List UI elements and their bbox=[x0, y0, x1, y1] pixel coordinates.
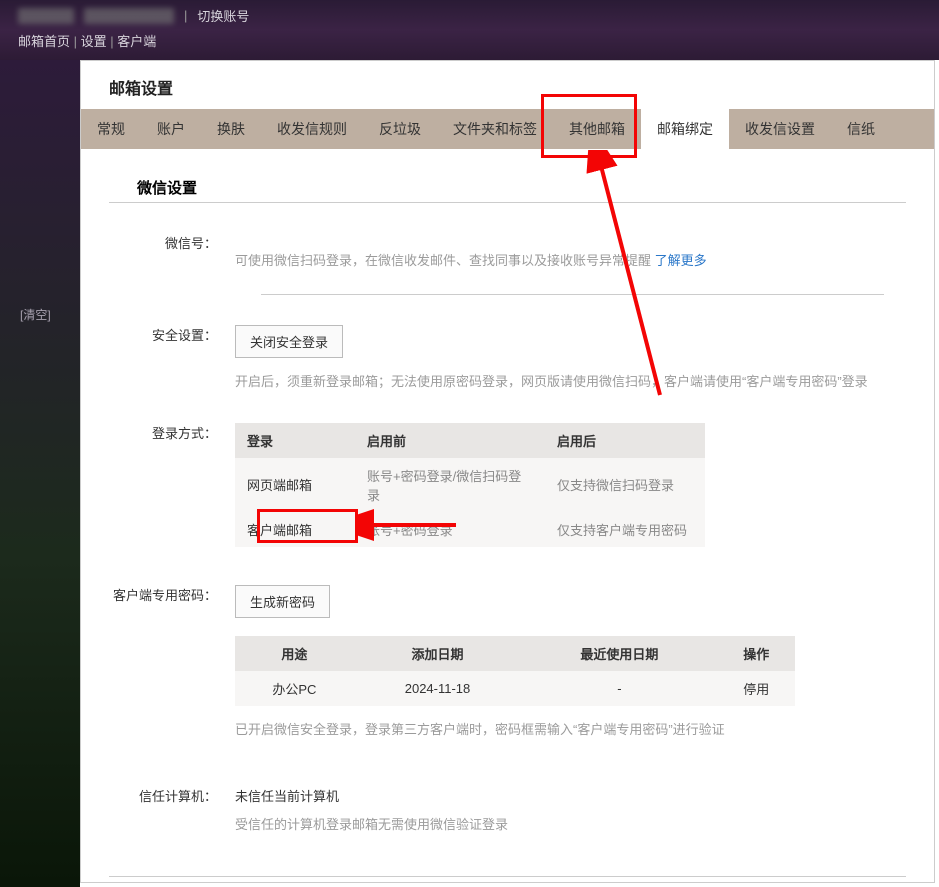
trust-desc: 受信任的计算机登录邮箱无需使用微信验证登录 bbox=[235, 815, 904, 836]
nav-client[interactable]: 客户端 bbox=[117, 34, 156, 49]
settings-tabs: 常规 账户 换肤 收发信规则 反垃圾 文件夹和标签 其他邮箱 邮箱绑定 收发信设… bbox=[81, 109, 934, 149]
th-action: 操作 bbox=[717, 636, 795, 671]
th-before: 启用前 bbox=[355, 423, 545, 458]
login-mode-table: 登录 启用前 启用后 网页端邮箱 账号+密码登录/微信扫码登录 仅支持微信扫码登… bbox=[235, 423, 705, 547]
cell-client-after: 仅支持客户端专用密码 bbox=[545, 512, 705, 547]
section-divider bbox=[109, 202, 906, 203]
tab-account[interactable]: 账户 bbox=[141, 109, 201, 149]
client-password-table: 用途 添加日期 最近使用日期 操作 办公PC 2024-11-18 - 停用 bbox=[235, 636, 795, 706]
label-trust: 信任计算机： bbox=[81, 786, 235, 836]
tab-folders[interactable]: 文件夹和标签 bbox=[437, 109, 553, 149]
tab-rules[interactable]: 收发信规则 bbox=[261, 109, 363, 149]
row-body: 关闭安全登录 开启后，须重新登录邮箱；无法使用原密码登录，网页版请使用微信扫码，… bbox=[235, 325, 934, 393]
tab-skin[interactable]: 换肤 bbox=[201, 109, 261, 149]
row-security: 安全设置： 关闭安全登录 开启后，须重新登录邮箱；无法使用原密码登录，网页版请使… bbox=[81, 325, 934, 393]
trust-value: 未信任当前计算机 bbox=[235, 786, 904, 805]
row-wechat-id: 微信号： 可使用微信扫码登录，在微信收发邮件、查找同事以及接收账号异常提醒 了解… bbox=[81, 233, 934, 272]
tab-send-recv[interactable]: 收发信设置 bbox=[729, 109, 831, 149]
wechat-id-desc: 可使用微信扫码登录，在微信收发邮件、查找同事以及接收账号异常提醒 了解更多 bbox=[235, 251, 904, 272]
cell-usage: 办公PC bbox=[235, 671, 354, 706]
switch-account-link[interactable]: 切换账号 bbox=[197, 6, 249, 25]
table-row: 办公PC 2024-11-18 - 停用 bbox=[235, 671, 795, 706]
section-divider bbox=[109, 876, 906, 877]
label-wechat-id: 微信号： bbox=[81, 233, 235, 272]
content: 微信设置 bbox=[81, 177, 934, 198]
tab-general[interactable]: 常规 bbox=[81, 109, 141, 149]
topbar-row-1: | 切换账号 bbox=[18, 0, 939, 25]
section-wechat-title: 微信设置 bbox=[137, 177, 906, 198]
row-login-mode: 登录方式： 登录 启用前 启用后 网页端邮箱 账号+密码登录/微信扫码登录 仅支… bbox=[81, 423, 934, 547]
row-client-password: 客户端专用密码： 生成新密码 用途 添加日期 最近使用日期 操作 办公PC 20… bbox=[81, 585, 934, 741]
sub-divider bbox=[261, 294, 884, 295]
th-after: 启用后 bbox=[545, 423, 705, 458]
client-password-desc: 已开启微信安全登录，登录第三方客户端时，密码框需输入“客户端专用密码”进行验证 bbox=[235, 720, 904, 741]
cell-web: 网页端邮箱 bbox=[235, 458, 355, 512]
th-login: 登录 bbox=[235, 423, 355, 458]
table-row: 客户端邮箱 账号+密码登录 仅支持客户端专用密码 bbox=[235, 512, 705, 547]
topbar-row-2: 邮箱首页 | 设置 | 客户端 bbox=[18, 31, 939, 50]
label-client-password: 客户端专用密码： bbox=[81, 585, 235, 741]
th-add-date: 添加日期 bbox=[354, 636, 522, 671]
cell-web-after: 仅支持微信扫码登录 bbox=[545, 458, 705, 512]
row-body: 未信任当前计算机 受信任的计算机登录邮箱无需使用微信验证登录 bbox=[235, 786, 934, 836]
cell-disable-link[interactable]: 停用 bbox=[717, 671, 795, 706]
cell-client-before: 账号+密码登录 bbox=[355, 512, 545, 547]
separator: | bbox=[184, 8, 187, 23]
tab-stationery[interactable]: 信纸 bbox=[831, 109, 891, 149]
wechat-id-desc-text: 可使用微信扫码登录，在微信收发邮件、查找同事以及接收账号异常提醒 bbox=[235, 253, 655, 268]
blurred-email bbox=[84, 8, 174, 24]
th-usage: 用途 bbox=[235, 636, 354, 671]
security-desc: 开启后，须重新登录邮箱；无法使用原密码登录，网页版请使用微信扫码，客户端请使用“… bbox=[235, 372, 904, 393]
tab-binding[interactable]: 邮箱绑定 bbox=[641, 109, 729, 149]
row-trust-computer: 信任计算机： 未信任当前计算机 受信任的计算机登录邮箱无需使用微信验证登录 bbox=[81, 786, 934, 836]
generate-password-button[interactable]: 生成新密码 bbox=[235, 585, 330, 618]
separator: | bbox=[74, 34, 81, 49]
main-panel: 邮箱设置 常规 账户 换肤 收发信规则 反垃圾 文件夹和标签 其他邮箱 邮箱绑定… bbox=[80, 60, 935, 883]
sidebar-clear-link[interactable]: [清空] bbox=[20, 306, 51, 323]
tab-spam[interactable]: 反垃圾 bbox=[363, 109, 437, 149]
nav-mail-home[interactable]: 邮箱首页 bbox=[18, 34, 70, 49]
row-body: 生成新密码 用途 添加日期 最近使用日期 操作 办公PC 2024-11-18 … bbox=[235, 585, 934, 741]
cell-add-date: 2024-11-18 bbox=[354, 671, 522, 706]
cell-client: 客户端邮箱 bbox=[235, 512, 355, 547]
tab-other-mail[interactable]: 其他邮箱 bbox=[553, 109, 641, 149]
learn-more-link[interactable]: 了解更多 bbox=[655, 253, 707, 268]
cell-last-used: - bbox=[521, 671, 717, 706]
th-last-used: 最近使用日期 bbox=[521, 636, 717, 671]
nav-settings[interactable]: 设置 bbox=[81, 34, 107, 49]
row-body: 登录 启用前 启用后 网页端邮箱 账号+密码登录/微信扫码登录 仅支持微信扫码登… bbox=[235, 423, 934, 547]
table-row: 网页端邮箱 账号+密码登录/微信扫码登录 仅支持微信扫码登录 bbox=[235, 458, 705, 512]
page-title: 邮箱设置 bbox=[81, 61, 934, 109]
label-login-mode: 登录方式： bbox=[81, 423, 235, 547]
cell-web-before: 账号+密码登录/微信扫码登录 bbox=[355, 458, 545, 512]
close-secure-login-button[interactable]: 关闭安全登录 bbox=[235, 325, 343, 358]
topbar: | 切换账号 邮箱首页 | 设置 | 客户端 bbox=[0, 0, 939, 60]
label-security: 安全设置： bbox=[81, 325, 235, 393]
row-body: 可使用微信扫码登录，在微信收发邮件、查找同事以及接收账号异常提醒 了解更多 bbox=[235, 233, 934, 272]
blurred-username bbox=[18, 8, 74, 24]
sidebar: [清空] bbox=[0, 60, 80, 887]
